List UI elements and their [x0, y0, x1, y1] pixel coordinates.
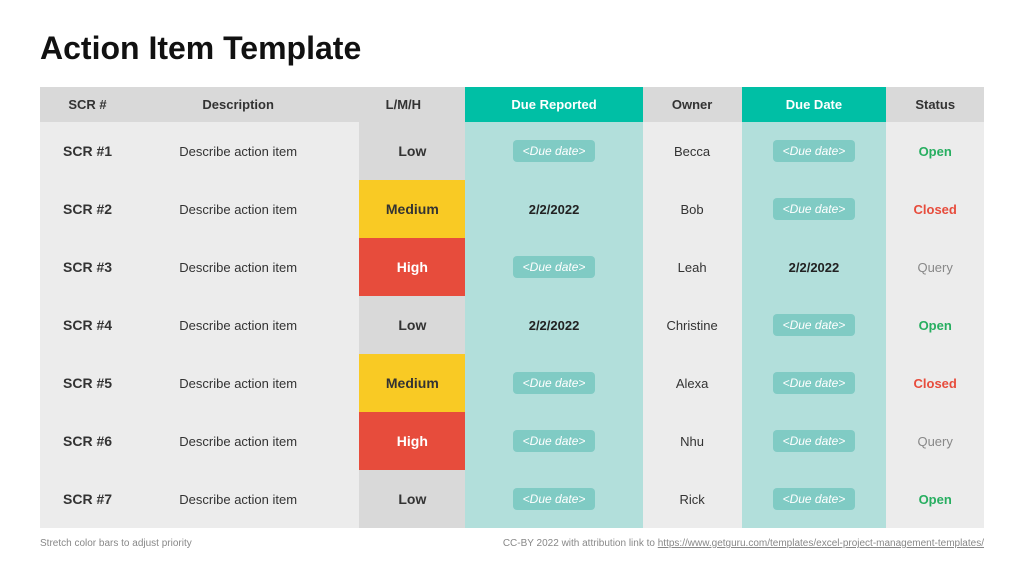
scr-number: SCR #7 [40, 470, 135, 528]
due-date-cell: <Due date> [742, 296, 887, 354]
column-header-owner: Owner [643, 87, 742, 122]
table-row: SCR #1Describe action itemLow<Due date>B… [40, 122, 984, 180]
due-reported-cell: <Due date> [465, 238, 642, 296]
due-date-cell: <Due date> [742, 412, 887, 470]
scr-number: SCR #4 [40, 296, 135, 354]
table-row: SCR #7Describe action itemLow<Due date>R… [40, 470, 984, 528]
priority-bar [341, 412, 359, 470]
footer-link[interactable]: https://www.getguru.com/templates/excel-… [658, 538, 984, 549]
owner-cell: Leah [643, 238, 742, 296]
table-row: SCR #4Describe action item Low2/2/2022Chr… [40, 296, 984, 354]
priority-label: Medium [359, 354, 465, 412]
scr-number: SCR #1 [40, 122, 135, 180]
status-cell: Open [886, 122, 984, 180]
due-reported-cell: <Due date> [465, 354, 642, 412]
due-reported-cell: 2/2/2022 [465, 180, 642, 238]
priority-label: Low [359, 470, 465, 528]
due-reported-cell: 2/2/2022 [465, 296, 642, 354]
description-cell: Describe action item [135, 238, 341, 296]
scr-number: SCR #5 [40, 354, 135, 412]
status-cell: Closed [886, 180, 984, 238]
page-title: Action Item Template [40, 30, 984, 67]
description-cell: Describe action item [135, 296, 341, 354]
owner-cell: Rick [643, 470, 742, 528]
column-header-status: Status [886, 87, 984, 122]
owner-cell: Alexa [643, 354, 742, 412]
priority-cell: Medium [341, 180, 465, 238]
priority-label: Low [359, 122, 465, 180]
table-row: SCR #6Describe action itemHigh<Due date>… [40, 412, 984, 470]
priority-cell: Medium [341, 354, 465, 412]
priority-cell: High [341, 238, 465, 296]
status-cell: Open [886, 296, 984, 354]
priority-bar [341, 122, 359, 180]
scr-number: SCR #2 [40, 180, 135, 238]
description-cell: Describe action item [135, 122, 341, 180]
priority-cell: High [341, 412, 465, 470]
due-reported-cell: <Due date> [465, 470, 642, 528]
scr-number: SCR #6 [40, 412, 135, 470]
due-date-cell: <Due date> [742, 354, 887, 412]
due-date-cell: <Due date> [742, 470, 887, 528]
due-date-cell: 2/2/2022 [742, 238, 887, 296]
description-cell: Describe action item [135, 180, 341, 238]
column-header-description: Description [135, 87, 341, 122]
priority-cell: Low [341, 296, 465, 354]
owner-cell: Nhu [643, 412, 742, 470]
owner-cell: Bob [643, 180, 742, 238]
status-cell: Open [886, 470, 984, 528]
scr-number: SCR #3 [40, 238, 135, 296]
description-cell: Describe action item [135, 412, 341, 470]
table-row: SCR #3Describe action item High<Due date>… [40, 238, 984, 296]
status-cell: Query [886, 412, 984, 470]
due-reported-cell: <Due date> [465, 122, 642, 180]
priority-label: High [359, 238, 465, 296]
priority-bar [341, 354, 359, 412]
column-header-scr-#: SCR # [40, 87, 135, 122]
status-cell: Query [886, 238, 984, 296]
description-cell: Describe action item [135, 354, 341, 412]
owner-cell: Becca [643, 122, 742, 180]
due-date-cell: <Due date> [742, 122, 887, 180]
footer-attribution: CC-BY 2022 with attribution link to http… [503, 538, 984, 549]
due-reported-cell: <Due date> [465, 412, 642, 470]
priority-label: Medium [359, 180, 465, 238]
table-row: SCR #5Describe action itemMedium<Due dat… [40, 354, 984, 412]
due-date-cell: <Due date> [742, 180, 887, 238]
owner-cell: Christine [643, 296, 742, 354]
column-header-due-reported: Due Reported [465, 87, 642, 122]
action-item-table: SCR #DescriptionL/M/HDue ReportedOwnerDu… [40, 87, 984, 528]
column-header-l/m/h: L/M/H [341, 87, 465, 122]
priority-bar [341, 470, 359, 528]
priority-bar [341, 180, 359, 238]
priority-label: High [359, 412, 465, 470]
priority-cell: Low [341, 470, 465, 528]
description-cell: Describe action item [135, 470, 341, 528]
table-row: SCR #2Describe action item Medium2/2/2022… [40, 180, 984, 238]
column-header-due-date: Due Date [742, 87, 887, 122]
footer: Stretch color bars to adjust priority CC… [40, 538, 984, 549]
footer-note: Stretch color bars to adjust priority [40, 538, 192, 549]
priority-label: Low [359, 296, 465, 354]
priority-bar [341, 238, 359, 296]
priority-bar [341, 296, 359, 354]
priority-cell: Low [341, 122, 465, 180]
status-cell: Closed [886, 354, 984, 412]
